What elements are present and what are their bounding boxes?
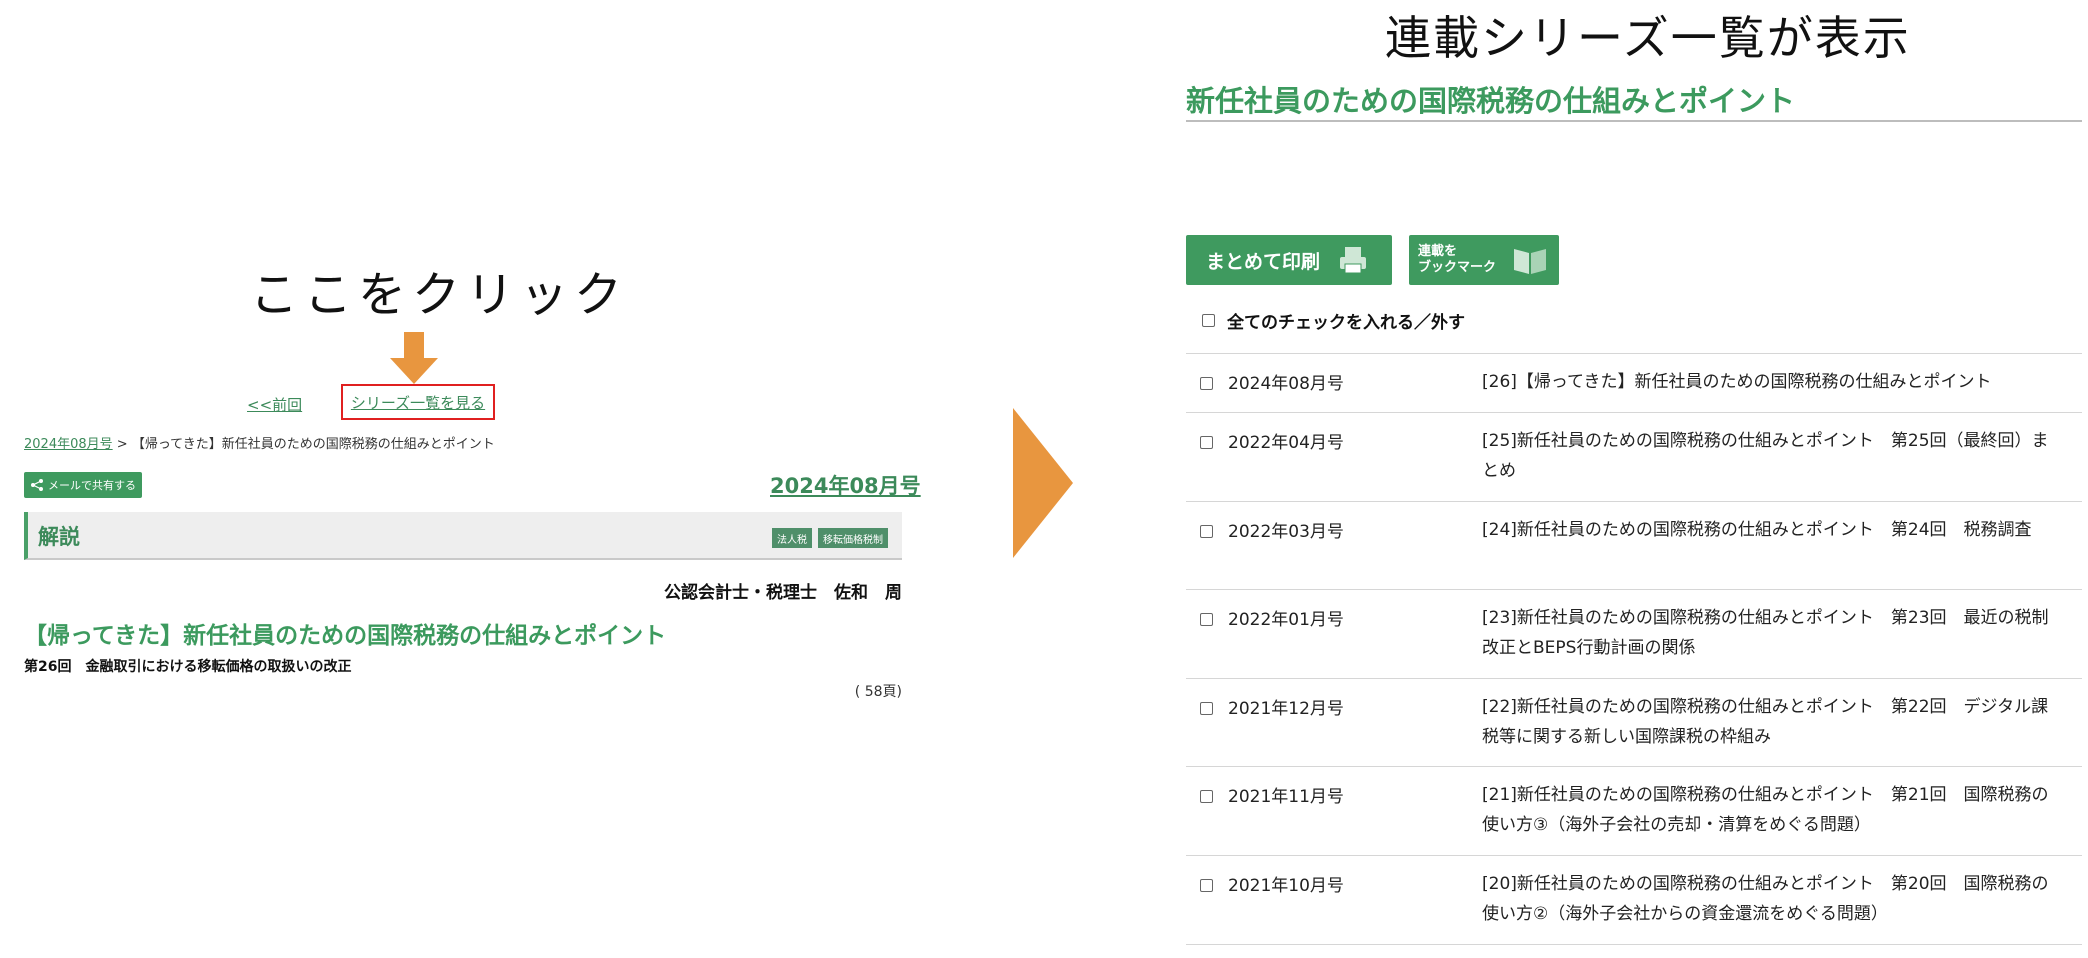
print-all-label: まとめて印刷	[1206, 250, 1321, 273]
list-item[interactable]: 2021年10月号 [20]新任社員のための国際税務の仕組みとポイント 第20回…	[1186, 856, 2082, 945]
share-button-label: メールで共有する	[48, 479, 136, 492]
row-checkbox[interactable]	[1200, 613, 1213, 626]
bookmark-label-line-2: ブックマーク	[1418, 260, 1497, 275]
row-issue-date: 2022年04月号	[1228, 433, 1344, 453]
previous-link[interactable]: <<前回	[247, 394, 302, 415]
section-header-bar	[24, 512, 902, 560]
row-checkbox[interactable]	[1200, 790, 1213, 803]
row-issue-date: 2022年03月号	[1228, 522, 1344, 542]
breadcrumb-separator: >	[112, 437, 132, 452]
share-by-email-button[interactable]: メールで共有する	[24, 472, 142, 498]
list-item[interactable]: 2021年11月号 [21]新任社員のための国際税務の仕組みとポイント 第21回…	[1186, 767, 2082, 856]
tag-transfer-pricing[interactable]: 移転価格税制	[818, 528, 888, 548]
tag-corporate-tax[interactable]: 法人税	[772, 528, 812, 548]
issue-link[interactable]: 2024年08月号	[770, 470, 921, 500]
author-name: 公認会計士・税理士 佐和 周	[664, 583, 902, 603]
row-issue-date: 2021年10月号	[1228, 876, 1344, 896]
row-article-title[interactable]: [22]新任社員のための国際税務の仕組みとポイント 第22回 デジタル課税等に関…	[1482, 692, 2050, 752]
list-item[interactable]: 2022年04月号 [25]新任社員のための国際税務の仕組みとポイント 第25回…	[1186, 413, 2082, 502]
list-item[interactable]: 2024年08月号 [26]【帰ってきた】新任社員のための国際税務の仕組みとポイ…	[1186, 354, 2082, 413]
bookmark-label-line-1: 連載を	[1418, 244, 1458, 259]
series-list-link[interactable]: シリーズ一覧を見る	[351, 392, 485, 413]
series-title: 新任社員のための国際税務の仕組みとポイント	[1186, 84, 1796, 118]
row-checkbox[interactable]	[1200, 525, 1213, 538]
article-title: 【帰ってきた】新任社員のための国際税務の仕組みとポイント	[24, 623, 667, 649]
row-checkbox[interactable]	[1200, 879, 1213, 892]
article-subtitle: 第26回 金融取引における移転価格の取扱いの改正	[24, 659, 352, 675]
row-issue-date: 2022年01月号	[1228, 610, 1344, 630]
printer-icon	[1340, 247, 1367, 274]
breadcrumb-issue-link[interactable]: 2024年08月号	[24, 437, 113, 452]
row-checkbox[interactable]	[1200, 377, 1213, 390]
arrow-right-icon	[1013, 408, 1073, 558]
breadcrumb-current: 【帰ってきた】新任社員のための国際税務の仕組みとポイント	[131, 437, 495, 452]
check-all-checkbox[interactable]	[1202, 314, 1215, 327]
click-instruction-caption: ここをクリック	[250, 267, 629, 323]
bookmark-label: 連載を ブックマーク	[1418, 244, 1496, 276]
page-reference: ( 58頁)	[854, 684, 902, 700]
row-checkbox[interactable]	[1200, 436, 1213, 449]
check-all-label: 全てのチェックを入れる／外す	[1227, 313, 1465, 333]
row-issue-date: 2021年11月号	[1228, 787, 1344, 807]
row-article-title[interactable]: [26]【帰ってきた】新任社員のための国際税務の仕組みとポイント	[1482, 367, 2050, 397]
row-issue-date: 2024年08月号	[1228, 374, 1344, 394]
arrow-down-icon	[390, 332, 438, 384]
row-checkbox[interactable]	[1200, 702, 1213, 715]
print-all-button[interactable]: まとめて印刷	[1186, 235, 1392, 285]
book-icon	[1514, 249, 1547, 274]
row-article-title[interactable]: [24]新任社員のための国際税務の仕組みとポイント 第24回 税務調査	[1482, 515, 2050, 545]
list-item[interactable]: 2021年12月号 [22]新任社員のための国際税務の仕組みとポイント 第22回…	[1186, 679, 2082, 767]
result-caption: 連載シリーズ一覧が表示	[1385, 11, 1911, 65]
row-issue-date: 2021年12月号	[1228, 699, 1344, 719]
share-icon	[31, 479, 43, 491]
series-list-link-highlight[interactable]: シリーズ一覧を見る	[341, 384, 495, 420]
row-article-title[interactable]: [25]新任社員のための国際税務の仕組みとポイント 第25回（最終回）まとめ	[1482, 426, 2050, 486]
row-article-title[interactable]: [21]新任社員のための国際税務の仕組みとポイント 第21回 国際税務の使い方③…	[1482, 780, 2050, 840]
check-all-toggle[interactable]: 全てのチェックを入れる／外す	[1202, 308, 1465, 333]
bookmark-series-button[interactable]: 連載を ブックマーク	[1409, 235, 1559, 285]
row-article-title[interactable]: [23]新任社員のための国際税務の仕組みとポイント 第23回 最近の税制改正とB…	[1482, 603, 2050, 663]
section-title: 解説	[38, 525, 80, 549]
list-item[interactable]: 2022年03月号 [24]新任社員のための国際税務の仕組みとポイント 第24回…	[1186, 502, 2082, 590]
breadcrumb: 2024年08月号 > 【帰ってきた】新任社員のための国際税務の仕組みとポイント	[24, 433, 495, 452]
row-article-title[interactable]: [20]新任社員のための国際税務の仕組みとポイント 第20回 国際税務の使い方②…	[1482, 869, 2050, 929]
series-article-list: 2024年08月号 [26]【帰ってきた】新任社員のための国際税務の仕組みとポイ…	[1186, 354, 2082, 945]
title-divider	[1186, 120, 2082, 122]
list-item[interactable]: 2022年01月号 [23]新任社員のための国際税務の仕組みとポイント 第23回…	[1186, 590, 2082, 679]
